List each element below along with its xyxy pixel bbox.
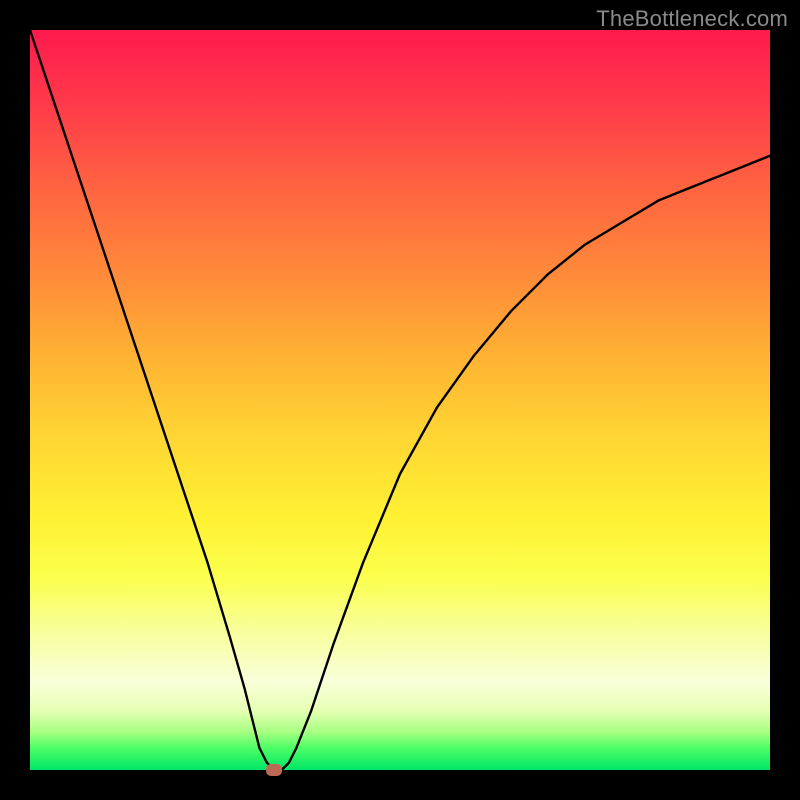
watermark-text: TheBottleneck.com xyxy=(596,6,788,32)
optimal-point-marker xyxy=(266,764,282,776)
plot-area xyxy=(30,30,770,770)
curve-svg xyxy=(30,30,770,770)
chart-frame: TheBottleneck.com xyxy=(0,0,800,800)
bottleneck-curve xyxy=(30,30,770,770)
